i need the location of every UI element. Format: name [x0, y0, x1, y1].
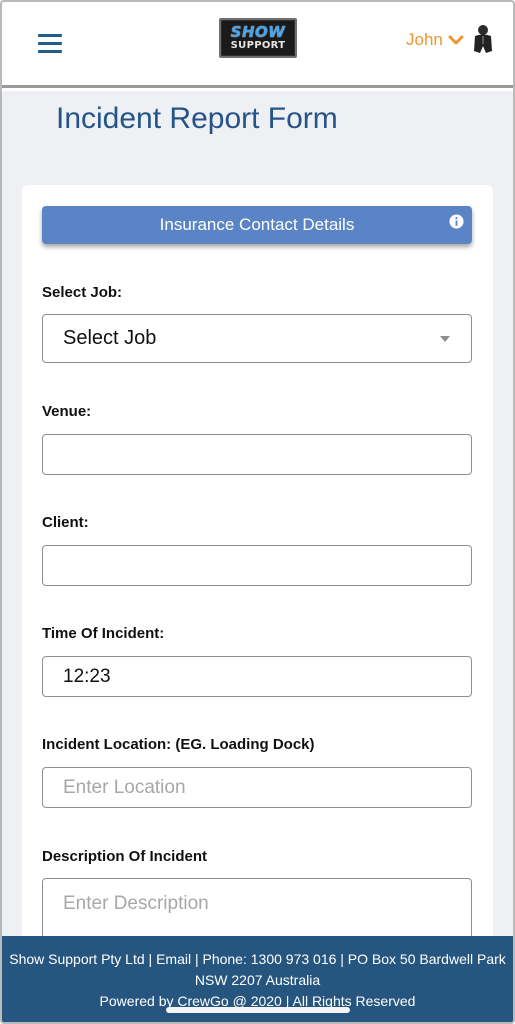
user-name: John	[406, 30, 443, 49]
page-title: Incident Report Form	[56, 102, 338, 135]
hamburger-menu-icon[interactable]	[38, 34, 62, 53]
logo-line-2: SUPPORT	[230, 39, 286, 51]
time-of-incident-input[interactable]	[42, 656, 472, 697]
incident-location-label: Incident Location: (EG. Loading Dock)	[42, 736, 315, 753]
venue-input[interactable]	[42, 434, 472, 475]
top-bar: SHOW SUPPORT John	[0, 0, 515, 88]
incident-location-input[interactable]	[42, 767, 472, 808]
dropdown-caret-icon	[440, 335, 450, 342]
footer-address: NSW 2207 Australia	[194, 972, 321, 988]
client-label: Client:	[42, 514, 89, 531]
select-job-dropdown[interactable]: Select Job	[42, 314, 472, 363]
insurance-contact-details-button[interactable]: Insurance Contact Details	[42, 206, 472, 244]
show-support-logo[interactable]: SHOW SUPPORT	[219, 18, 297, 58]
select-job-label: Select Job:	[42, 284, 123, 301]
info-icon[interactable]	[449, 214, 464, 229]
venue-label: Venue:	[42, 403, 92, 420]
select-job-value: Select Job	[63, 327, 157, 349]
avatar-icon[interactable]	[471, 24, 495, 54]
footer-company-info: Show Support Pty Ltd | Email | Phone: 13…	[9, 951, 506, 967]
home-indicator[interactable]	[166, 1007, 350, 1013]
insurance-button-label: Insurance Contact Details	[159, 215, 355, 234]
description-label: Description Of Incident	[42, 848, 208, 865]
client-input[interactable]	[42, 545, 472, 586]
time-of-incident-label: Time Of Incident:	[42, 625, 165, 642]
user-menu[interactable]: John	[406, 26, 465, 54]
chevron-down-icon	[448, 35, 464, 45]
logo-line-1: SHOW	[230, 22, 286, 41]
